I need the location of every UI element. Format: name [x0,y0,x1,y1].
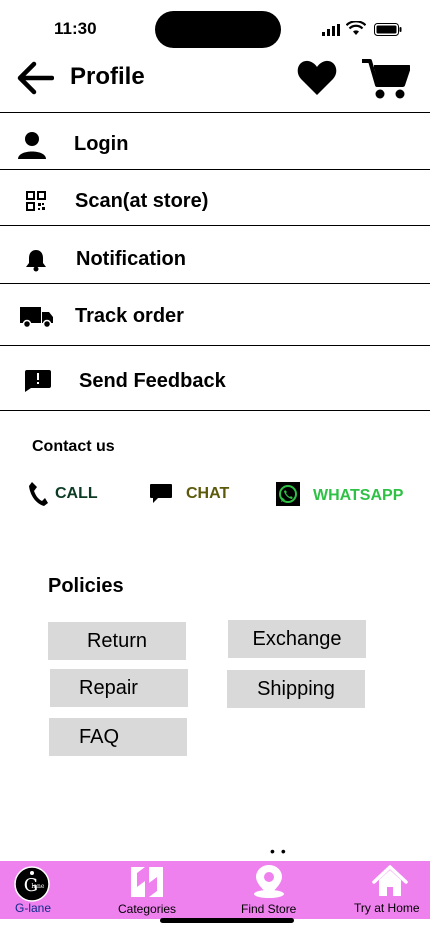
home-indicator [160,918,294,923]
call-button[interactable]: CALL [55,485,98,503]
feedback-icon [25,370,51,392]
cart-icon[interactable] [362,58,410,100]
back-arrow-icon[interactable] [16,60,54,96]
contact-title: Contact us [32,438,115,455]
page-indicator-dots: •• [270,843,292,859]
battery-icon [374,23,402,36]
page-title: Profile [70,63,145,90]
nav-item-categories[interactable]: Categories [110,861,190,919]
menu-label: Scan(at store) [75,190,209,212]
person-icon [18,132,46,159]
bell-icon [26,250,46,272]
whatsapp-icon[interactable] [276,482,300,506]
policy-repair-button[interactable]: Repair [50,669,188,707]
nav-label: Categories [118,902,177,916]
menu-item-notification[interactable]: Notification [0,225,430,283]
menu-label: Login [74,133,129,155]
nav-item-try-at-home[interactable]: Try at Home [350,861,430,919]
signal-icon [322,24,340,36]
status-time: 11:30 [54,19,97,38]
categories-icon [131,867,163,897]
menu-label: Send Feedback [79,370,226,392]
menu-label: Track order [75,305,184,327]
qr-code-icon [26,191,46,211]
nav-item-glane[interactable]: G lane G-lane [0,861,70,919]
truck-icon [20,307,53,329]
menu-item-track-order[interactable]: Track order [0,283,430,345]
nav-label: Find Store [241,902,297,916]
menu-label: Notification [76,248,186,270]
policy-return-button[interactable]: Return [48,622,186,660]
glane-logo-icon: G lane [14,866,50,902]
policy-faq-button[interactable]: FAQ [49,718,187,756]
bottom-nav: G lane G-lane Categories Find Store Try … [0,861,430,919]
menu-item-send-feedback[interactable]: Send Feedback [0,345,430,411]
policies-title: Policies [48,575,124,597]
phone-icon[interactable] [28,481,48,507]
menu-item-login[interactable]: Login [0,112,430,169]
wifi-icon [346,21,366,35]
nav-item-find-store[interactable]: Find Store [232,861,312,919]
chat-icon[interactable] [150,484,172,504]
svg-text:lane: lane [32,883,45,890]
location-pin-icon [254,865,284,898]
home-icon [372,865,408,896]
nav-label: Try at Home [354,901,420,915]
heart-icon[interactable] [297,60,337,96]
dynamic-island [155,11,281,48]
nav-label: G-lane [15,901,52,915]
policy-shipping-button[interactable]: Shipping [227,670,365,708]
menu-item-scan[interactable]: Scan(at store) [0,169,430,226]
policy-exchange-button[interactable]: Exchange [228,620,366,658]
whatsapp-button[interactable]: WHATSAPP [313,487,403,505]
chat-button[interactable]: CHAT [186,485,229,503]
